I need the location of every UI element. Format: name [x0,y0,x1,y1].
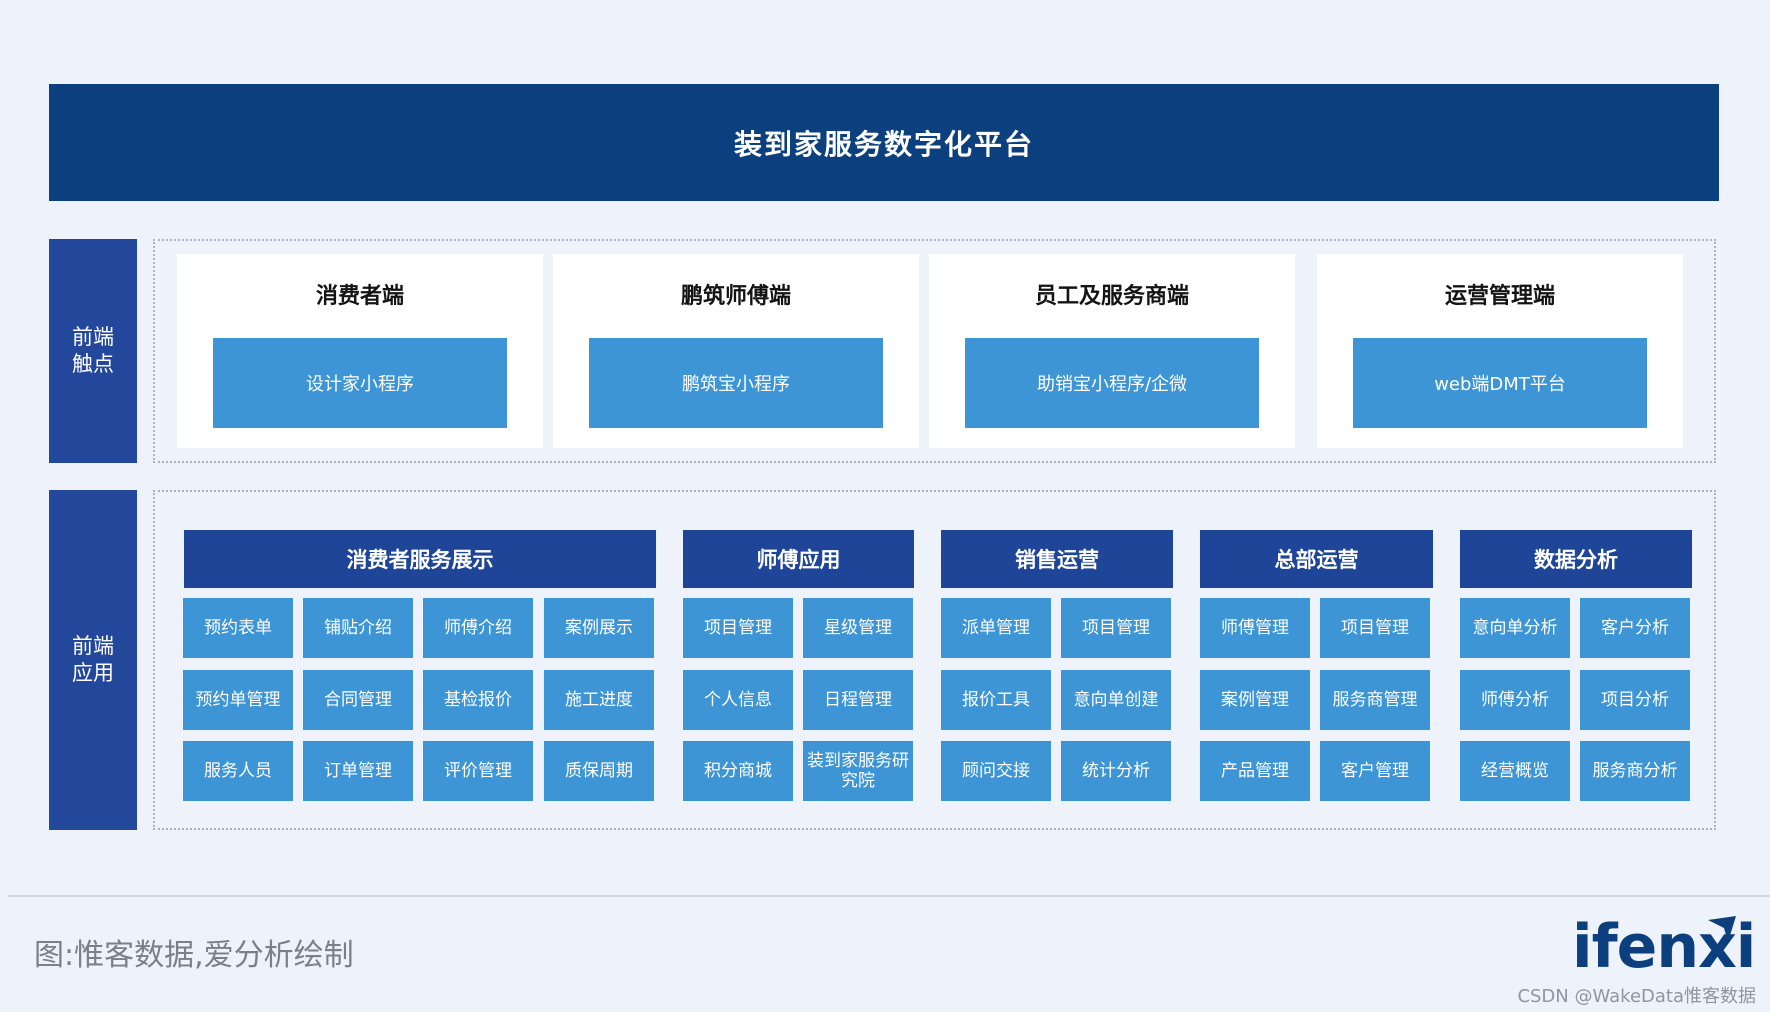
tile-g2-1[interactable]: 项目管理 [1061,598,1171,658]
tile-g3-0[interactable]: 师傅管理 [1200,598,1310,658]
group-header-consumer-services: 消费者服务展示 [184,530,656,588]
group-header-hq-ops: 总部运营 [1200,530,1433,588]
footer-divider [8,895,1770,897]
client-card-operations: 运营管理端 web端DMT平台 [1317,254,1683,448]
tile-g1-1[interactable]: 星级管理 [803,598,913,658]
tile-g1-2[interactable]: 个人信息 [683,670,793,730]
section-label-app: 前端应用 [49,490,137,830]
tile-g0-7[interactable]: 施工进度 [544,670,654,730]
tile-g1-4[interactable]: 积分商城 [683,741,793,801]
tile-g0-9[interactable]: 订单管理 [303,741,413,801]
tile-g2-2[interactable]: 报价工具 [941,670,1051,730]
platform-title: 装到家服务数字化平台 [49,84,1719,201]
tile-g3-2[interactable]: 案例管理 [1200,670,1310,730]
figure-caption: 图:惟客数据,爱分析绘制 [34,938,354,973]
tile-g4-4[interactable]: 经营概览 [1460,741,1570,801]
tile-g1-0[interactable]: 项目管理 [683,598,793,658]
tile-g0-3[interactable]: 案例展示 [544,598,654,658]
tile-g4-3[interactable]: 项目分析 [1580,670,1690,730]
client-app-button[interactable]: 设计家小程序 [213,338,507,428]
tile-g0-2[interactable]: 师傅介绍 [423,598,533,658]
client-app-button[interactable]: 鹏筑宝小程序 [589,338,883,428]
tile-g0-8[interactable]: 服务人员 [183,741,293,801]
section-label-front-text: 前端触点 [72,325,114,376]
tile-g4-2[interactable]: 师傅分析 [1460,670,1570,730]
section-label-front: 前端触点 [49,239,137,463]
tile-g3-3[interactable]: 服务商管理 [1320,670,1430,730]
section-label-app-text: 前端应用 [72,634,114,685]
client-app-button[interactable]: web端DMT平台 [1353,338,1647,428]
tile-g2-0[interactable]: 派单管理 [941,598,1051,658]
tile-g2-4[interactable]: 顾问交接 [941,741,1051,801]
tile-g0-1[interactable]: 铺贴介绍 [303,598,413,658]
tile-g3-5[interactable]: 客户管理 [1320,741,1430,801]
client-title: 运营管理端 [1444,284,1555,309]
tile-g0-5[interactable]: 合同管理 [303,670,413,730]
tile-g1-5[interactable]: 装到家服务研究院 [803,741,913,801]
group-header-sales-ops: 销售运营 [941,530,1173,588]
tile-g1-3[interactable]: 日程管理 [803,670,913,730]
group-header-data-analysis: 数据分析 [1460,530,1692,588]
client-card-worker: 鹏筑师傅端 鹏筑宝小程序 [553,254,919,448]
group-header-worker-apps: 师傅应用 [683,530,914,588]
tile-g2-3[interactable]: 意向单创建 [1061,670,1171,730]
tile-g2-5[interactable]: 统计分析 [1061,741,1171,801]
client-title: 员工及服务商端 [1034,284,1189,309]
client-card-consumer: 消费者端 设计家小程序 [177,254,543,448]
tile-g0-4[interactable]: 预约单管理 [183,670,293,730]
tile-g4-0[interactable]: 意向单分析 [1460,598,1570,658]
tile-g0-6[interactable]: 基检报价 [423,670,533,730]
logo-swoosh-icon [1708,916,1736,942]
client-title: 消费者端 [315,284,404,309]
tile-g0-11[interactable]: 质保周期 [544,741,654,801]
watermark: CSDN @WakeData惟客数据 [1517,986,1756,1007]
client-title: 鹏筑师傅端 [680,284,791,309]
tile-g3-1[interactable]: 项目管理 [1320,598,1430,658]
tile-g4-1[interactable]: 客户分析 [1580,598,1690,658]
client-card-staff: 员工及服务商端 助销宝小程序/企微 [929,254,1295,448]
tile-g0-10[interactable]: 评价管理 [423,741,533,801]
tile-g3-4[interactable]: 产品管理 [1200,741,1310,801]
tile-g0-0[interactable]: 预约表单 [183,598,293,658]
tile-g4-5[interactable]: 服务商分析 [1580,741,1690,801]
client-app-button[interactable]: 助销宝小程序/企微 [965,338,1259,428]
